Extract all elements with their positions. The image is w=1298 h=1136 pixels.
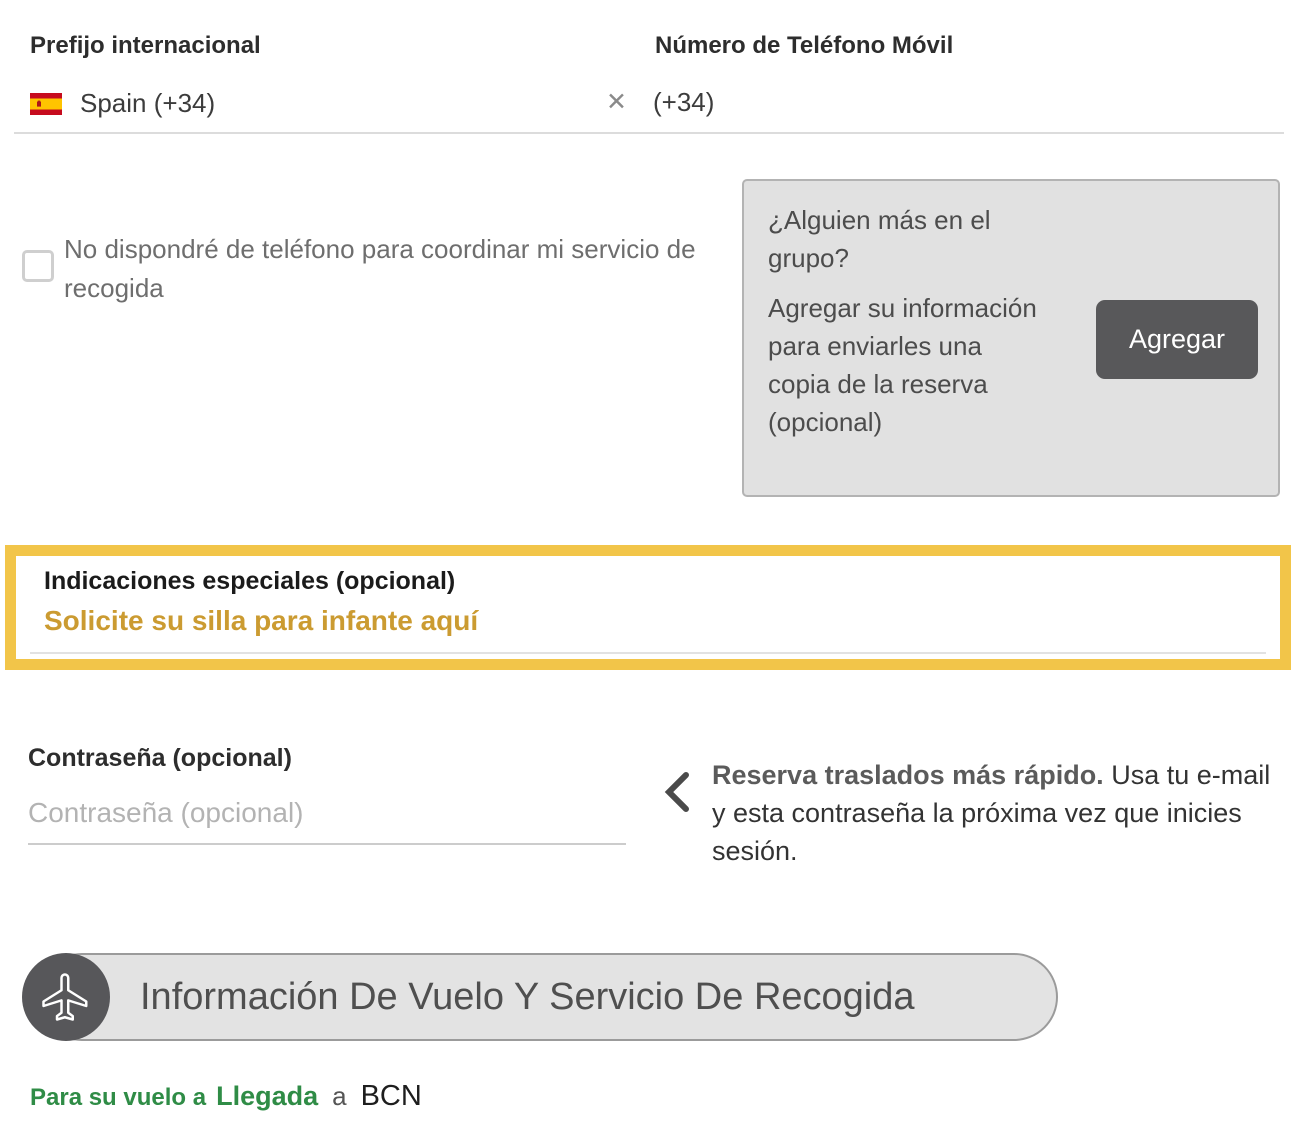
- special-instructions-underline: [30, 652, 1266, 654]
- infant-seat-link[interactable]: Solicite su silla para infante aquí: [44, 605, 478, 637]
- mobile-number-input[interactable]: [653, 87, 1253, 118]
- password-input[interactable]: [28, 797, 626, 845]
- mobile-number-label: Número de Teléfono Móvil: [655, 32, 953, 60]
- flight-info-connector: a: [332, 1081, 346, 1112]
- password-hint: Reserva traslados más rápido. Usa tu e-m…: [712, 756, 1280, 870]
- flight-direction-select[interactable]: Llegada: [216, 1081, 318, 1112]
- spain-flag-icon: [30, 93, 62, 115]
- flight-info-row: Para su vuelo a Llegada a BCN: [30, 1080, 422, 1113]
- password-hint-bold: Reserva traslados más rápido.: [712, 760, 1104, 790]
- no-phone-checkbox-label: No dispondré de teléfono para coordinar …: [64, 230, 724, 308]
- airplane-icon: [22, 953, 110, 1041]
- booking-form-page: Prefijo internacional Número de Teléfono…: [0, 0, 1298, 1136]
- airport-code: BCN: [361, 1080, 422, 1113]
- flight-section-header: Información De Vuelo Y Servicio De Recog…: [22, 953, 1062, 1041]
- country-prefix-value: Spain (+34): [80, 88, 215, 119]
- prefix-label: Prefijo internacional: [30, 32, 261, 60]
- group-panel-title: ¿Alguien más en el grupo?: [768, 201, 1058, 277]
- flight-section-pill: Información De Vuelo Y Servicio De Recog…: [38, 953, 1058, 1041]
- left-chevron-icon: [660, 768, 692, 816]
- password-label: Contraseña (opcional): [28, 744, 292, 773]
- no-phone-checkbox[interactable]: [22, 250, 54, 282]
- special-instructions-box: Indicaciones especiales (opcional) Solic…: [5, 545, 1291, 670]
- flight-section-title: Información De Vuelo Y Servicio De Recog…: [140, 976, 915, 1019]
- clear-phone-icon[interactable]: ✕: [606, 90, 627, 115]
- group-panel: ¿Alguien más en el grupo? Agregar su inf…: [742, 179, 1280, 497]
- phone-row-divider: [14, 132, 1284, 134]
- country-prefix-select[interactable]: Spain (+34): [30, 88, 215, 119]
- flight-info-prefix: Para su vuelo a: [30, 1084, 206, 1112]
- add-group-member-button[interactable]: Agregar: [1096, 300, 1258, 379]
- special-instructions-label: Indicaciones especiales (opcional): [44, 567, 1280, 596]
- group-panel-description: Agregar su información para enviarles un…: [768, 289, 1038, 441]
